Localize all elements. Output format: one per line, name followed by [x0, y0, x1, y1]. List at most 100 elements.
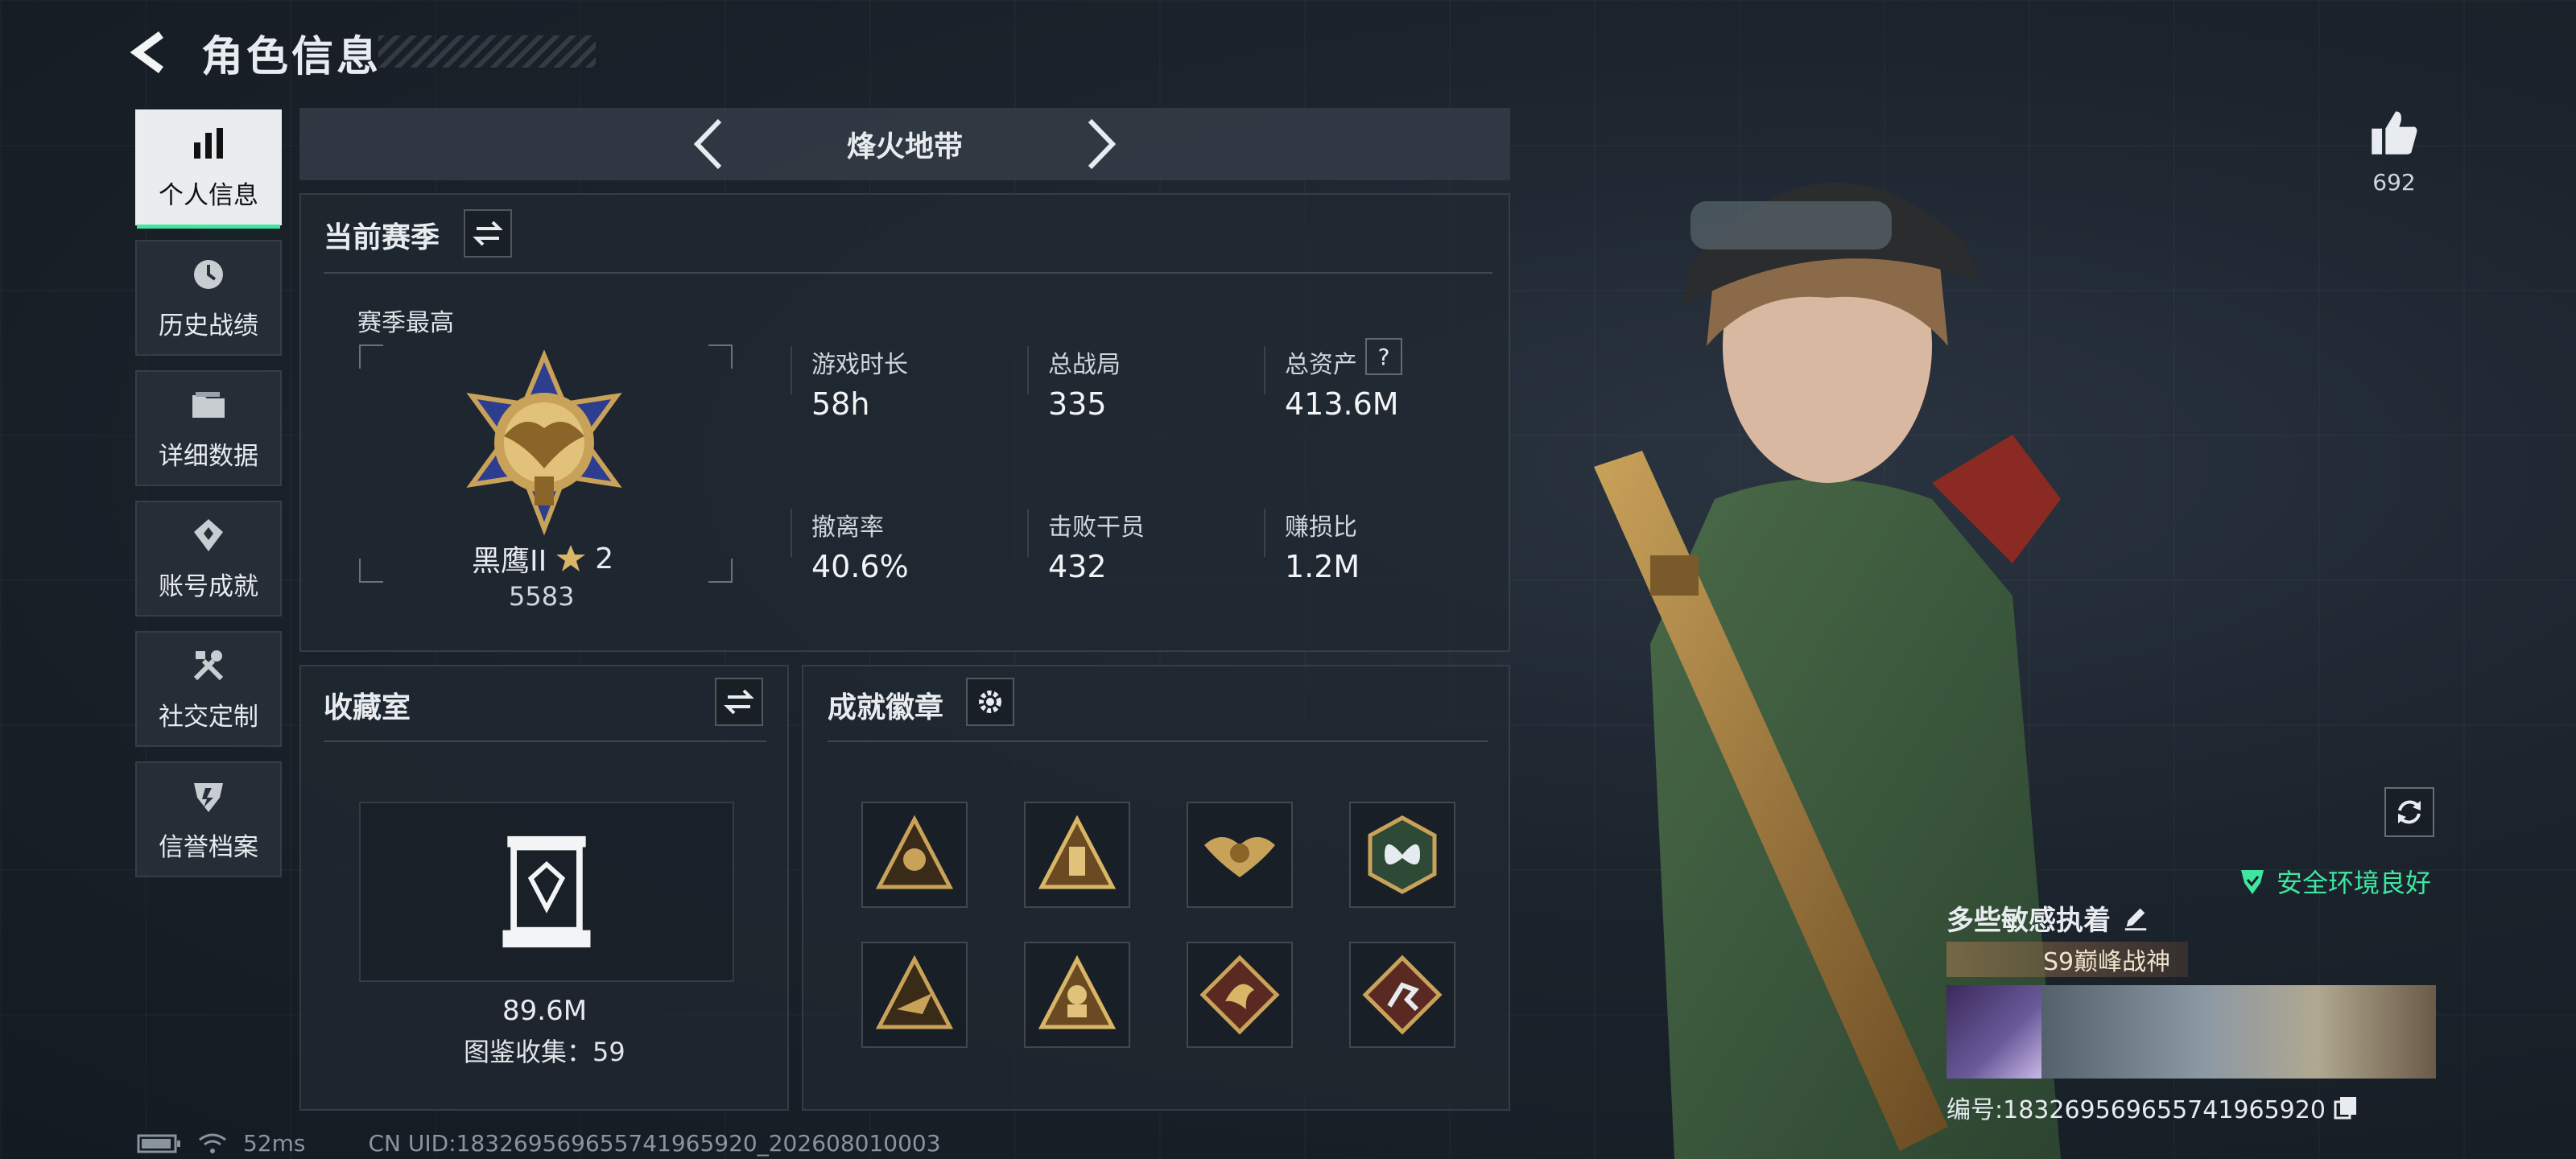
sidebar-item-label: 个人信息: [159, 180, 258, 210]
title-decoration: [378, 35, 596, 68]
banner-scene-image: [2041, 985, 2436, 1079]
stat-label: 游戏时长: [811, 351, 908, 379]
achievement-badge[interactable]: [1024, 942, 1130, 1048]
stat-value-kills: 432: [1048, 549, 1107, 584]
back-arrow-icon[interactable]: [129, 28, 177, 76]
sidebar-item-label: 详细数据: [159, 441, 258, 471]
ping-value: 52ms: [243, 1130, 306, 1157]
player-title-badge[interactable]: S9巅峰战神: [1946, 942, 2188, 977]
wifi-icon: [199, 1133, 226, 1153]
player-banner[interactable]: [1946, 985, 2436, 1079]
achievements-settings-button[interactable]: [966, 678, 1014, 726]
stat-value-total-assets: 413.6M: [1285, 386, 1399, 422]
game-mode-switcher: 烽火地带: [299, 108, 1510, 180]
rank-frame-corner: [359, 344, 383, 369]
stat-separator: [791, 509, 792, 557]
sidebar-item-history[interactable]: 历史战绩: [135, 240, 282, 356]
achievement-badge[interactable]: [1187, 802, 1293, 908]
stat-value-profit-ratio: 1.2M: [1285, 549, 1360, 584]
banner-avatar-image: [1946, 985, 2041, 1079]
stat-label: 赚损比: [1285, 514, 1357, 542]
chevron-left-icon[interactable]: [691, 116, 726, 172]
page-title: 角色信息: [201, 32, 382, 81]
achievement-badge[interactable]: [1349, 942, 1455, 1048]
display-case-icon: [502, 835, 591, 948]
season-title: 当前赛季: [324, 221, 440, 254]
folder-icon: [192, 391, 225, 418]
season-best-label: 赛季最高: [357, 309, 454, 337]
serial-row: 编号:18326956965574196592​0: [1946, 1090, 2429, 1125]
tools-icon: [193, 650, 224, 680]
copy-icon[interactable]: [2334, 1095, 2358, 1120]
page-header: 角色信息: [129, 24, 382, 81]
game-mode-label: 烽火地带: [846, 130, 963, 163]
stat-value-extraction-rate: 40.6%: [811, 549, 909, 584]
achievement-badge[interactable]: [1187, 942, 1293, 1048]
help-icon: ?: [1377, 343, 1390, 370]
shield-icon: [194, 782, 223, 812]
collection-display[interactable]: [359, 802, 734, 982]
achievement-badge[interactable]: [861, 942, 968, 1048]
sidebar: 个人信息 历史战绩 详细数据 账号成就 社交定制 信誉档案: [135, 109, 282, 892]
serial-number: 编号:18326956965574196592​0: [1946, 1096, 2326, 1124]
player-name: 多些敏感执着: [1946, 904, 2111, 937]
achievements-divider: [828, 740, 1488, 742]
sidebar-item-social[interactable]: 社交定制: [135, 631, 282, 747]
sidebar-item-detailed-data[interactable]: 详细数据: [135, 370, 282, 486]
stat-label: 撤离率: [811, 514, 884, 542]
rank-score: 5583: [509, 581, 575, 612]
collection-value: 89.6M: [502, 995, 588, 1027]
stat-separator: [1264, 509, 1265, 557]
rank-name: 黑鹰II: [472, 545, 547, 578]
achievement-badge[interactable]: [861, 802, 968, 908]
star-icon: [556, 545, 586, 571]
sidebar-item-reputation[interactable]: 信誉档案: [135, 761, 282, 877]
bar-chart-icon: [194, 127, 223, 159]
shield-check-icon: [2241, 870, 2264, 894]
sidebar-item-achievements[interactable]: 账号成就: [135, 501, 282, 617]
player-name-row: 多些敏感执着: [1946, 893, 2429, 942]
chevron-right-icon[interactable]: [1084, 116, 1119, 172]
status-bar: 52ms CN UID:18326956965574196592​0_20260…: [137, 1130, 941, 1157]
achievement-badge[interactable]: [1349, 802, 1455, 908]
refresh-icon: [2398, 800, 2421, 824]
stat-separator: [791, 346, 792, 394]
eagle-wings-badge-icon: [1204, 837, 1275, 877]
history-clock-icon: [194, 259, 223, 289]
sidebar-item-label: 历史战绩: [159, 311, 258, 340]
stat-separator: [1264, 346, 1265, 394]
stat-label: 总战局: [1048, 351, 1121, 379]
help-button[interactable]: ?: [1365, 338, 1402, 375]
swap-arrows-icon: [473, 221, 503, 246]
rank-frame-corner: [708, 344, 733, 369]
swap-arrows-icon: [724, 689, 754, 715]
achievements-title: 成就徽章: [828, 691, 944, 724]
butterfly-hexagon-badge-icon: [1368, 815, 1437, 894]
tower-triangle-badge-icon: [1038, 815, 1117, 889]
achievement-badge[interactable]: [1024, 802, 1130, 908]
rank-frame-corner: [708, 559, 733, 583]
battery-icon: [137, 1134, 180, 1153]
sidebar-item-personal-info[interactable]: 个人信息: [135, 109, 282, 229]
skull-triangle-badge-icon: [875, 815, 954, 889]
season-switch-button[interactable]: [464, 209, 512, 258]
stat-label: 击败干员: [1048, 514, 1145, 542]
like-widget[interactable]: 692: [2362, 106, 2426, 196]
rank-row: 黑鹰II 2: [472, 538, 613, 580]
runner-diamond-badge-icon: [1362, 955, 1443, 1035]
achievement-badge-icon: [194, 518, 223, 551]
edit-pencil-icon[interactable]: [2122, 904, 2149, 931]
refresh-button[interactable]: [2384, 787, 2434, 837]
rank-medal-icon: [466, 349, 622, 536]
season-divider: [324, 272, 1492, 274]
sidebar-item-label: 社交定制: [159, 702, 258, 732]
stat-value-total-matches: 335: [1048, 386, 1107, 422]
collection-title: 收藏室: [324, 691, 411, 724]
rank-frame-corner: [359, 559, 383, 583]
collection-switch-button[interactable]: [715, 678, 763, 726]
stat-separator: [1027, 346, 1029, 394]
stat-label: 总资产: [1285, 351, 1357, 379]
soldier-triangle-badge-icon: [1038, 955, 1117, 1029]
thumbs-up-icon: [2372, 111, 2417, 155]
stat-value-playtime: 58h: [811, 386, 870, 422]
